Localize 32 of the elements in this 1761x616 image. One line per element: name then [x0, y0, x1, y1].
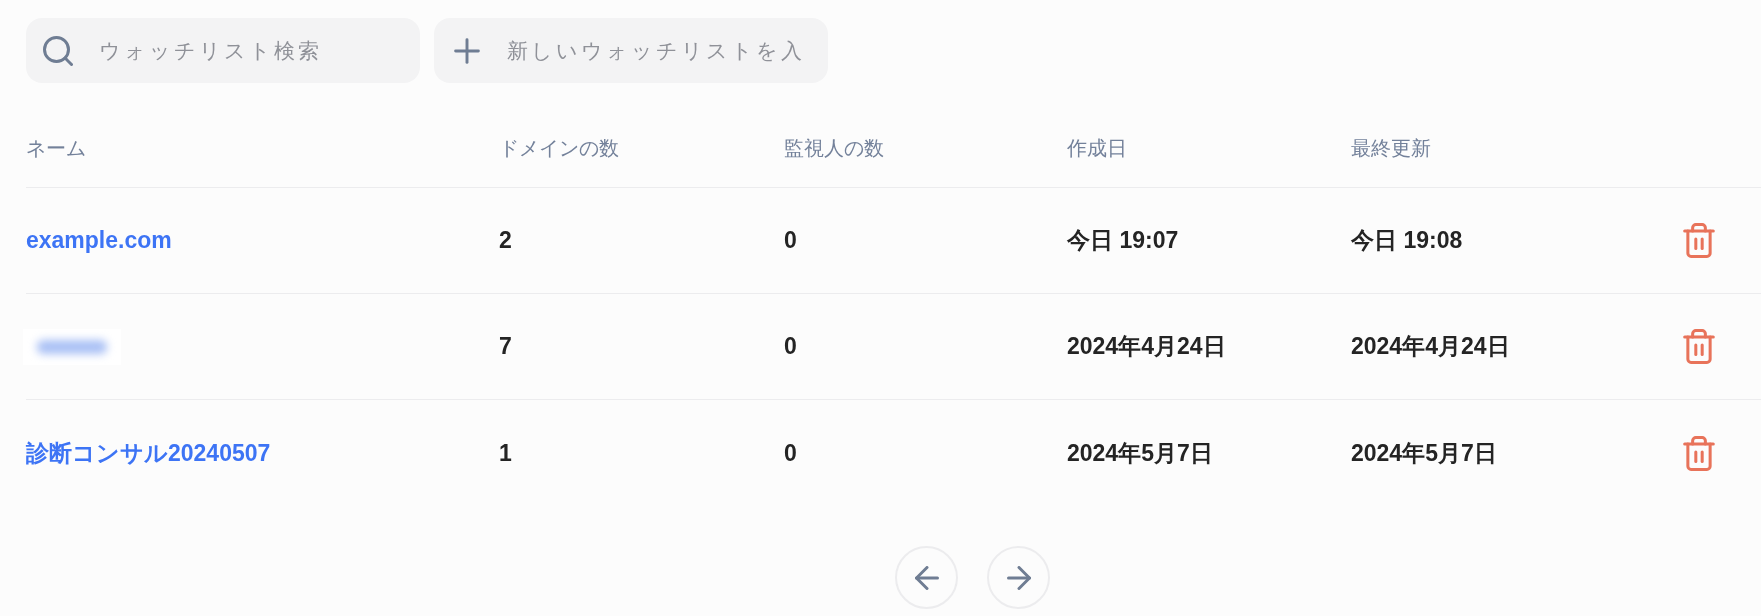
table-cell-text: 2024年4月24日	[1067, 332, 1226, 361]
column-header: 最終更新	[1351, 136, 1431, 161]
table-cell: 0	[784, 439, 797, 467]
table-cell-text: 今日 19:08	[1351, 226, 1463, 255]
trash-icon[interactable]	[1683, 329, 1715, 364]
arrow-left-icon	[914, 565, 939, 590]
column-header: 作成日	[1067, 136, 1127, 161]
previous-page-button[interactable]	[895, 546, 958, 609]
search-field[interactable]: ウォッチリスト検索	[26, 18, 420, 83]
next-page-button[interactable]	[987, 546, 1050, 609]
arrow-right-icon	[1006, 565, 1031, 590]
table-cell: 1	[499, 439, 512, 467]
search-input[interactable]: ウォッチリスト検索	[99, 38, 406, 63]
column-header: 監視人の数	[784, 136, 884, 161]
watchlist-link[interactable]: 診断コンサル20240507	[26, 437, 271, 469]
table-cell-text: 2024年4月24日	[1351, 332, 1510, 361]
trash-icon[interactable]	[1683, 223, 1715, 258]
new-watchlist-input[interactable]: 新しいウォッチリストを入	[507, 38, 814, 63]
trash-icon[interactable]	[1683, 435, 1715, 471]
column-header: ドメインの数	[499, 136, 619, 161]
table-cell-text: 2024年5月7日	[1351, 438, 1497, 468]
table-cell: 2	[499, 227, 512, 254]
column-header: ネーム	[26, 136, 86, 161]
search-icon	[43, 35, 73, 66]
table-cell-text: 2024年5月7日	[1067, 438, 1213, 468]
table-cell-text: 今日 19:07	[1067, 226, 1179, 255]
table-cell: 7	[499, 333, 512, 360]
new-watchlist-field[interactable]: 新しいウォッチリストを入	[434, 18, 828, 83]
watchlist-link[interactable]: example.com	[26, 227, 172, 254]
table-cell: 0	[784, 227, 797, 254]
plus-icon	[454, 37, 480, 64]
table-cell: 0	[784, 333, 797, 360]
